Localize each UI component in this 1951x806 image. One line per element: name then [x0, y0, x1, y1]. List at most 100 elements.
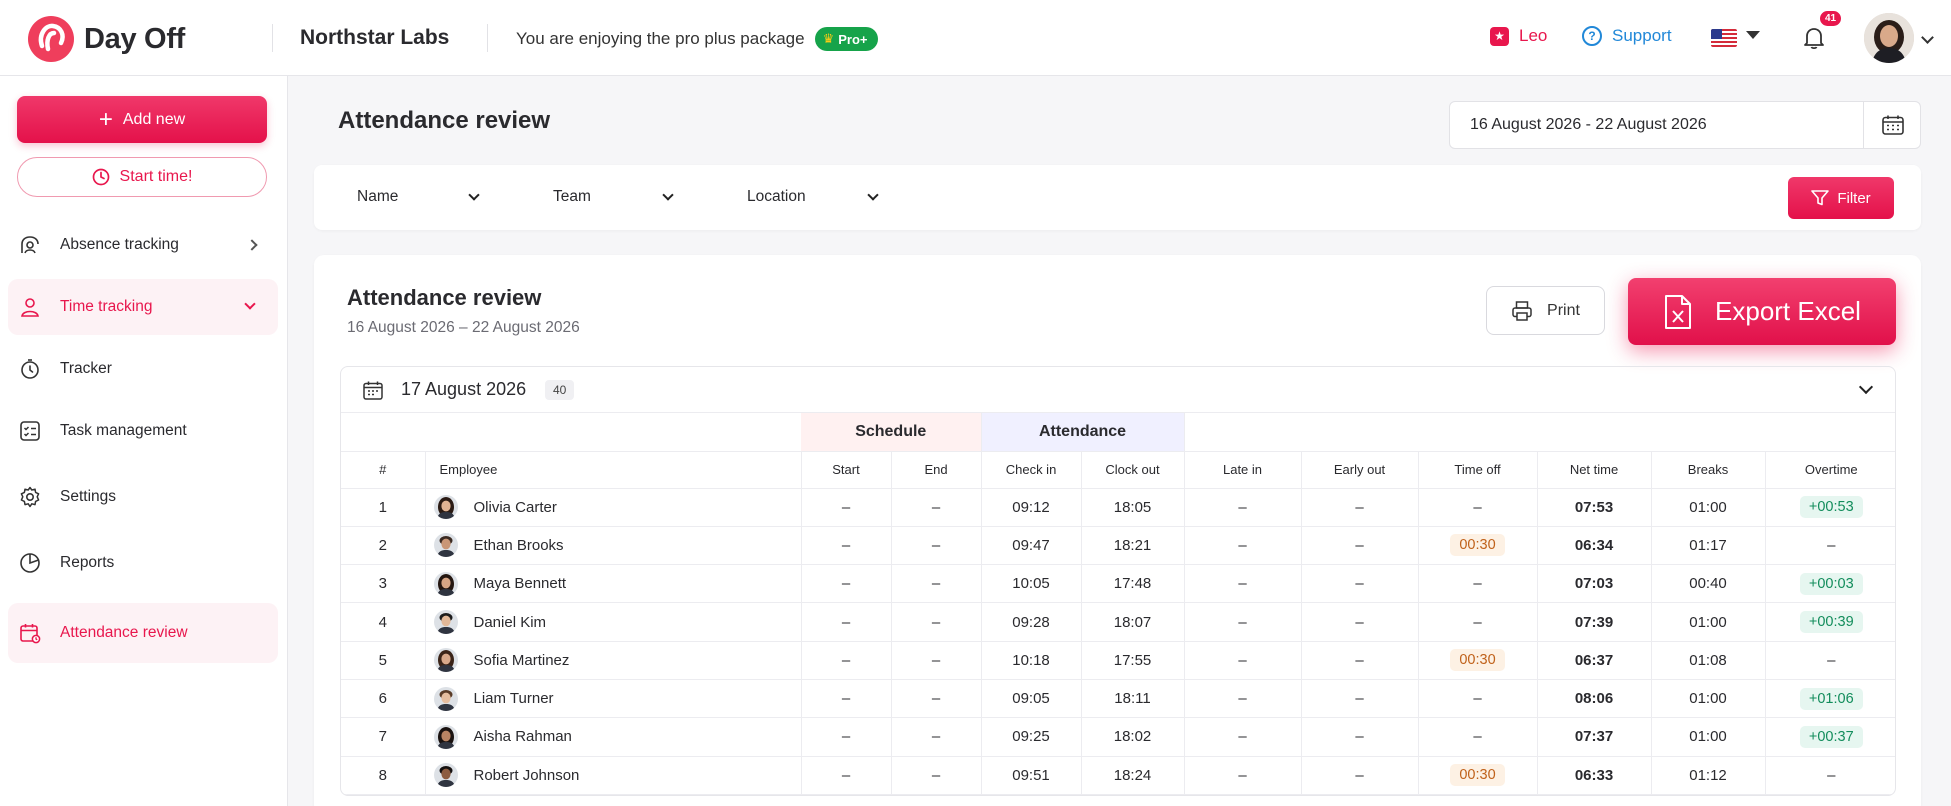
table-row[interactable]: 5 Sofia Martinez – –10:18 17:55– –00:30 06:37 0…	[341, 641, 1895, 680]
absence-icon	[21, 236, 39, 254]
employee-cell[interactable]: Robert Johnson	[425, 756, 802, 795]
page-title: Attendance review	[338, 107, 551, 134]
report-card: Attendance review 16 August 2026 – 22 Au…	[314, 255, 1921, 806]
pro-badge: ♛ Pro+	[814, 27, 878, 51]
overtime-chip: +01:06	[1799, 687, 1863, 710]
employee-cell[interactable]: Daniel Kim	[425, 602, 802, 642]
table-row[interactable]: 2 Ethan Brooks – –09:47 18:21– –00:30 06:34 01:…	[341, 526, 1895, 566]
employee-cell[interactable]: Olivia Carter	[425, 488, 802, 527]
sidebar-item-time-tracking[interactable]: Time tracking	[8, 279, 278, 335]
net-cell: 06:34	[1537, 526, 1652, 566]
start-cell: –	[801, 488, 892, 527]
bell-icon[interactable]	[1803, 26, 1825, 50]
sidebar-item-attendance-review[interactable]: Attendance review	[8, 603, 278, 663]
employee-cell[interactable]: Sofia Martinez	[425, 641, 802, 680]
chevron-down-icon	[662, 189, 674, 201]
support-link[interactable]: ? Support	[1582, 26, 1672, 46]
avatar[interactable]	[1864, 13, 1914, 63]
late-cell: –	[1184, 756, 1302, 795]
employee-cell[interactable]: Ethan Brooks	[425, 526, 802, 566]
export-excel-button[interactable]: Export Excel	[1628, 278, 1896, 345]
sidebar-item-absence-tracking[interactable]: Absence tracking	[8, 217, 278, 273]
table-row[interactable]: 4 Daniel Kim – –09:28 18:07– – –07:39 01:00 +00:…	[341, 602, 1895, 642]
time-off-chip: 00:30	[1450, 649, 1505, 672]
logo[interactable]: Day Off	[28, 16, 185, 62]
end-cell: –	[891, 717, 982, 757]
start-time-label: Start time!	[119, 168, 193, 185]
table-row[interactable]: 3 Maya Bennett – –10:05 17:48– – –07:03 00:40 +0…	[341, 564, 1895, 604]
leo-link[interactable]: ★ Leo	[1490, 26, 1547, 46]
language-chevron-icon[interactable]	[1746, 31, 1760, 39]
late-cell: –	[1184, 717, 1302, 757]
out-cell: 18:07	[1081, 602, 1185, 642]
sidebar-item-task-management[interactable]: Task management	[8, 403, 278, 459]
employee-name: Liam Turner	[473, 690, 554, 708]
employee-cell[interactable]: Maya Bennett	[425, 564, 802, 604]
in-cell: 09:51	[981, 756, 1082, 795]
employee-name: Robert Johnson	[473, 766, 580, 784]
end-cell: –	[891, 488, 982, 527]
net-cell: 08:06	[1537, 679, 1652, 719]
sidebar-item-label: Tracker	[60, 360, 112, 377]
start-cell: –	[801, 602, 892, 642]
table-row[interactable]: 7 Aisha Rahman – –09:25 18:02– – –07:37 01:00 +0…	[341, 717, 1895, 757]
early-cell: –	[1301, 717, 1419, 757]
time-off-chip: 00:30	[1450, 534, 1505, 557]
sidebar-item-settings[interactable]: Settings	[8, 469, 278, 525]
add-new-button[interactable]: + Add new	[17, 96, 267, 143]
star-icon: ★	[1490, 26, 1509, 46]
sidebar-item-label: Settings	[60, 488, 117, 505]
avatar	[433, 495, 458, 520]
sidebar-item-label: Time tracking	[60, 298, 153, 315]
sidebar-item-reports[interactable]: Reports	[8, 535, 278, 591]
table-row[interactable]: 1 Olivia Carter – –09:12 18:05– – –07:53 01:00 +…	[341, 488, 1895, 527]
col-header: Start	[801, 451, 892, 489]
chevron-right-icon	[246, 239, 258, 251]
location-filter-select[interactable]: Location	[747, 188, 887, 206]
sidebar-item-label: Reports	[60, 554, 115, 571]
in-cell: 09:28	[981, 602, 1082, 642]
table-row[interactable]: 8 Robert Johnson – –09:51 18:24– –00:30 06:33 0…	[341, 756, 1895, 795]
col-header: Overtime	[1765, 451, 1895, 489]
ot-cell: –	[1765, 641, 1895, 680]
employee-cell[interactable]: Liam Turner	[425, 679, 802, 719]
sidebar-item-tracker[interactable]: Tracker	[8, 341, 278, 397]
late-cell: –	[1184, 488, 1302, 527]
out-cell: 18:02	[1081, 717, 1185, 757]
employee-name: Olivia Carter	[473, 498, 557, 516]
name-filter-select[interactable]: Name	[357, 188, 487, 206]
end-cell: –	[891, 526, 982, 566]
end-cell: –	[891, 756, 982, 795]
print-label: Print	[1547, 301, 1580, 319]
report-date-range: 16 August 2026 – 22 August 2026	[347, 319, 580, 336]
filter-button[interactable]: Filter	[1788, 177, 1894, 219]
in-cell: 10:05	[981, 564, 1082, 604]
overtime-chip: +00:37	[1799, 725, 1863, 748]
employee-cell[interactable]: Aisha Rahman	[425, 717, 802, 757]
row-number: 6	[341, 679, 426, 719]
attendance-icon	[20, 624, 41, 644]
account-chevron-icon[interactable]	[1921, 31, 1934, 44]
team-filter-label: Team	[553, 188, 591, 205]
breaks-cell: 01:08	[1651, 641, 1766, 680]
calendar-icon[interactable]	[1882, 115, 1904, 135]
chevron-down-icon[interactable]	[1858, 379, 1874, 395]
start-time-button[interactable]: Start time!	[17, 157, 267, 197]
team-filter-select[interactable]: Team	[553, 188, 683, 206]
start-cell: –	[801, 679, 892, 719]
day-header[interactable]: 17 August 2026 40	[341, 367, 1895, 413]
pro-badge-label: Pro+	[838, 31, 868, 47]
group-header-row: Schedule Attendance	[341, 413, 1895, 452]
excel-file-icon	[1665, 294, 1692, 329]
date-range-picker[interactable]: 16 August 2026 - 22 August 2026	[1449, 101, 1921, 149]
avatar	[433, 724, 458, 749]
net-cell: 07:37	[1537, 717, 1652, 757]
time-off-cell: 00:30	[1418, 526, 1538, 566]
name-filter-label: Name	[357, 188, 399, 205]
early-cell: –	[1301, 526, 1419, 566]
attendance-group-header: Attendance	[981, 413, 1185, 452]
print-button[interactable]: Print	[1486, 286, 1605, 335]
us-flag-icon[interactable]	[1711, 29, 1737, 47]
table-row[interactable]: 6 Liam Turner – –09:05 18:11– – –08:06 01:00 +01…	[341, 679, 1895, 719]
early-cell: –	[1301, 564, 1419, 604]
